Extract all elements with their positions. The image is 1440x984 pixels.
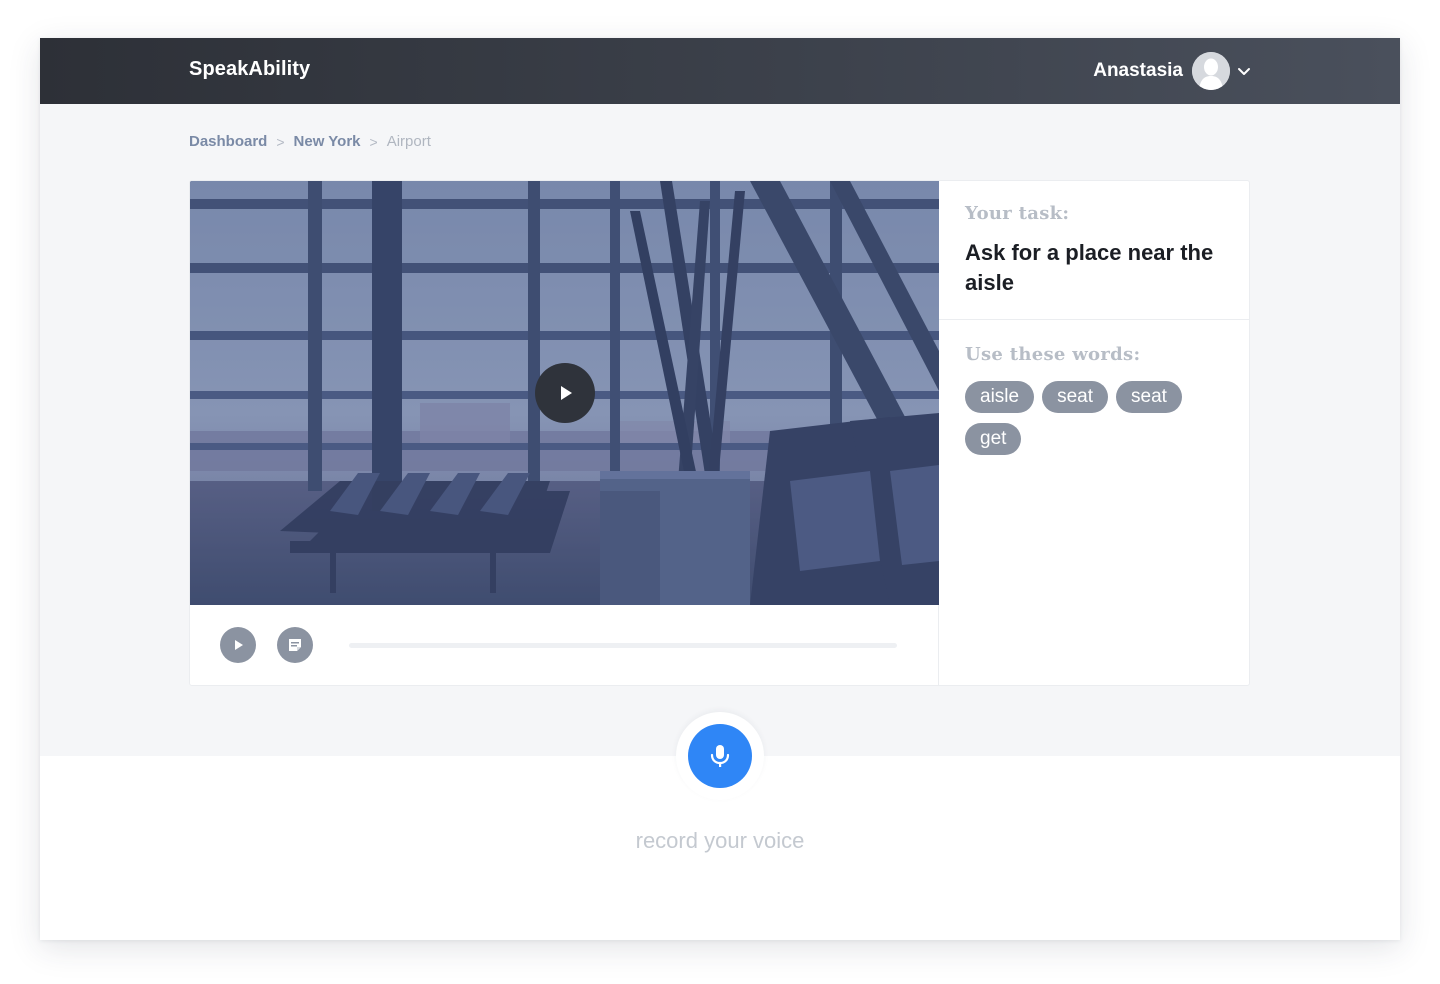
video-play-button[interactable] xyxy=(535,363,595,423)
task-label: Your task: xyxy=(965,203,1070,224)
chevron-down-icon[interactable] xyxy=(1236,63,1252,79)
breadcrumb-item-dashboard[interactable]: Dashboard xyxy=(189,133,267,150)
lesson-card: Your task: Ask for a place near the aisl… xyxy=(189,180,1250,686)
breadcrumb-separator: > xyxy=(276,133,285,150)
user-name[interactable]: Anastasia xyxy=(1093,60,1183,82)
play-icon xyxy=(235,640,243,650)
task-section: Your task: Ask for a place near the aisl… xyxy=(939,181,1249,320)
app-window: SpeakAbility Anastasia Dashboard > New Y… xyxy=(40,38,1400,940)
breadcrumb-item-new-york[interactable]: New York xyxy=(294,133,361,150)
task-text: Ask for a place near the aisle xyxy=(965,240,1214,295)
notes-icon xyxy=(289,639,301,651)
words-label: Use these words: xyxy=(965,344,1141,365)
play-icon xyxy=(561,386,572,400)
breadcrumb-separator: > xyxy=(369,133,378,150)
top-navigation-bar: SpeakAbility Anastasia xyxy=(40,38,1400,104)
microphone-icon xyxy=(710,745,730,767)
word-chip[interactable]: aisle xyxy=(965,381,1035,413)
task-panel: Your task: Ask for a place near the aisl… xyxy=(939,181,1249,685)
video-controls xyxy=(190,605,939,685)
breadcrumb-item-airport: Airport xyxy=(386,133,431,150)
video-player[interactable] xyxy=(190,181,939,605)
breadcrumb: Dashboard > New York > Airport xyxy=(189,133,431,150)
word-chips: aisle seat seat get xyxy=(965,381,1225,455)
word-chip[interactable]: seat xyxy=(1042,381,1108,413)
word-chip[interactable]: seat xyxy=(1116,381,1182,413)
user-menu[interactable]: Anastasia xyxy=(1093,51,1252,91)
record-button[interactable] xyxy=(688,724,752,788)
word-chip[interactable]: get xyxy=(965,423,1022,455)
notes-button[interactable] xyxy=(277,627,313,663)
user-avatar-icon[interactable] xyxy=(1192,52,1230,90)
control-play-button[interactable] xyxy=(220,627,256,663)
video-progress-bar[interactable] xyxy=(349,643,897,648)
words-section: Use these words: aisle seat seat get xyxy=(939,320,1249,455)
record-voice-label: record your voice xyxy=(635,828,805,853)
brand-logo[interactable]: SpeakAbility xyxy=(189,58,310,81)
